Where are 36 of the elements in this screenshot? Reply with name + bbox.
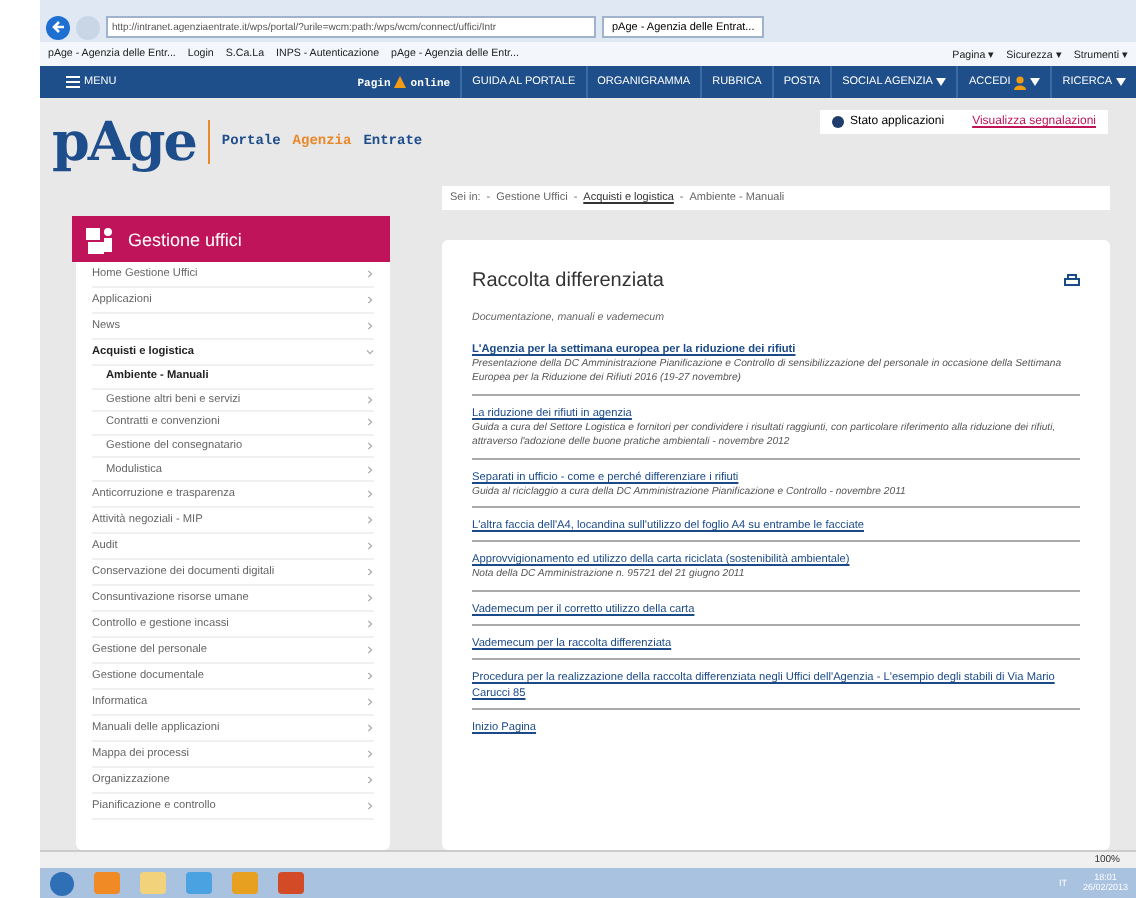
chevron-right-icon <box>366 749 374 758</box>
chevron-right-icon <box>366 567 374 576</box>
triangle-icon <box>394 76 407 88</box>
caret-icon <box>1030 78 1041 86</box>
chevron-right-icon <box>366 489 374 498</box>
chevron-right-icon <box>366 465 374 474</box>
start-button[interactable] <box>50 871 74 895</box>
chevron-right-icon <box>366 801 374 810</box>
chevron-right-icon <box>366 515 374 524</box>
chevron-right-icon <box>366 775 374 784</box>
caret-icon <box>936 78 947 86</box>
chevron-right-icon <box>366 697 374 706</box>
status-dot-icon <box>832 116 845 128</box>
office-icon <box>84 223 116 255</box>
chevron-right-icon <box>366 671 374 680</box>
back-button[interactable] <box>46 15 70 39</box>
menu-icon <box>66 76 80 88</box>
chevron-right-icon <box>366 270 374 278</box>
user-icon <box>1014 75 1027 89</box>
page-title: Raccolta differenziata <box>472 270 664 292</box>
chevron-right-icon <box>366 322 374 330</box>
logo: pAge <box>52 111 196 173</box>
sidebar-title: Gestione uffici <box>128 229 242 249</box>
chevron-right-icon <box>366 593 374 602</box>
chevron-right-icon <box>366 723 374 732</box>
chevron-right-icon <box>366 296 374 304</box>
chevron-right-icon <box>366 619 374 628</box>
chevron-right-icon <box>366 541 374 550</box>
chevron-right-icon <box>366 645 374 654</box>
chevron-right-icon <box>366 395 374 404</box>
caret-icon <box>1116 78 1126 86</box>
print-icon[interactable] <box>1064 274 1080 288</box>
chevron-down-icon <box>366 348 374 356</box>
back-arrow-icon <box>51 20 65 34</box>
chevron-right-icon <box>366 442 374 451</box>
chevron-right-icon <box>366 418 374 427</box>
